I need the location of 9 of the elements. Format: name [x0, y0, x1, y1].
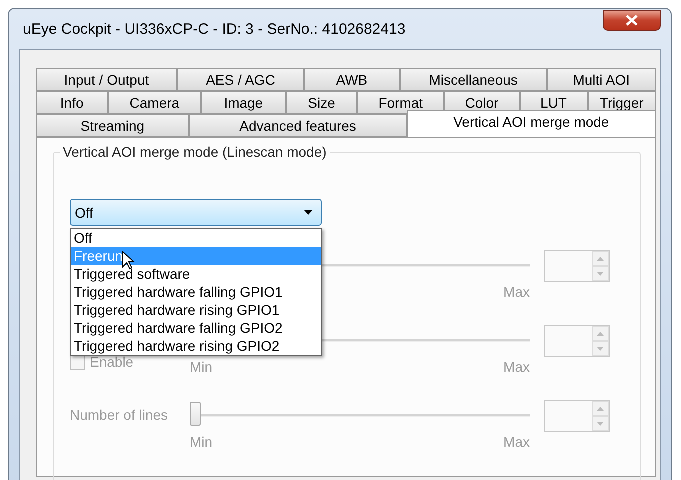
min-label: Min: [190, 434, 213, 452]
min-label: Min: [190, 359, 213, 377]
max-label: Max: [504, 284, 530, 302]
max-label: Max: [504, 359, 530, 377]
row-label: Number of lines: [70, 407, 168, 423]
window-title: uEye Cockpit - UI336xCP-C - ID: 3 - SerNo.: 4102682413: [22, 20, 406, 38]
max-label: Max: [504, 434, 530, 452]
checkbox-label: Enable: [90, 354, 134, 370]
group-title: Vertical AOI merge mode (Linescan mode): [60, 144, 330, 160]
